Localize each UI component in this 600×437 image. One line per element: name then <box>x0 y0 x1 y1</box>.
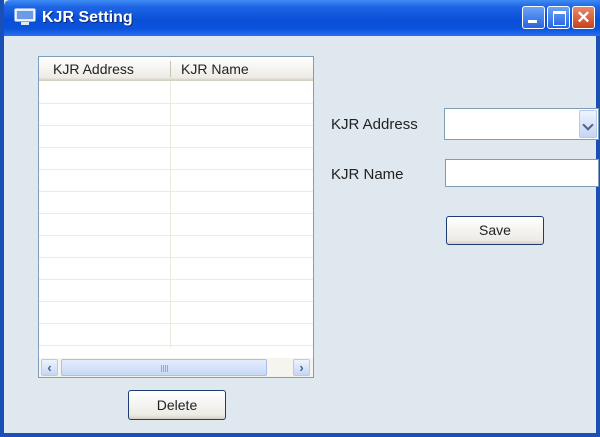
dropdown-button[interactable] <box>579 110 597 138</box>
minimize-button[interactable] <box>522 6 545 29</box>
row-gridline <box>39 191 313 192</box>
chevron-left-icon: ‹ <box>47 360 52 375</box>
row-gridline <box>39 125 313 126</box>
title-bar[interactable]: KJR Setting ✕ <box>4 0 600 36</box>
scrollbar-thumb[interactable] <box>61 359 267 376</box>
row-gridline <box>39 169 313 170</box>
window-title: KJR Setting <box>42 9 133 26</box>
column-header-kjr-name[interactable]: KJR Name <box>181 57 249 81</box>
scroll-left-button[interactable]: ‹ <box>41 359 58 376</box>
grip-icon <box>161 365 169 372</box>
row-gridline <box>39 345 313 346</box>
column-separator[interactable] <box>170 61 171 77</box>
save-button[interactable]: Save <box>446 216 544 245</box>
row-gridline <box>39 323 313 324</box>
row-gridline <box>39 103 313 104</box>
kjr-setting-window: KJR Setting ✕ KJR Address KJR Name ‹ › D… <box>0 0 600 437</box>
chevron-right-icon: › <box>299 360 304 375</box>
monitor-icon <box>14 8 36 25</box>
kjr-name-label: KJR Name <box>331 166 404 183</box>
close-button[interactable]: ✕ <box>572 6 595 29</box>
close-icon: ✕ <box>576 8 591 27</box>
column-gridline <box>170 81 171 348</box>
scroll-right-button[interactable]: › <box>293 359 310 376</box>
list-header: KJR Address KJR Name <box>39 57 313 81</box>
row-gridline <box>39 257 313 258</box>
kjr-address-combobox[interactable] <box>444 108 599 140</box>
column-header-kjr-address[interactable]: KJR Address <box>53 57 134 81</box>
kjr-name-field[interactable] <box>445 159 599 187</box>
row-gridline <box>39 279 313 280</box>
row-gridline <box>39 301 313 302</box>
row-gridline <box>39 235 313 236</box>
row-gridline <box>39 147 313 148</box>
kjr-list-view[interactable]: KJR Address KJR Name ‹ › <box>38 56 314 378</box>
delete-button[interactable]: Delete <box>128 390 226 420</box>
kjr-address-label: KJR Address <box>331 116 418 133</box>
row-gridline <box>39 213 313 214</box>
horizontal-scrollbar[interactable]: ‹ › <box>39 358 313 377</box>
maximize-button[interactable] <box>547 6 570 29</box>
